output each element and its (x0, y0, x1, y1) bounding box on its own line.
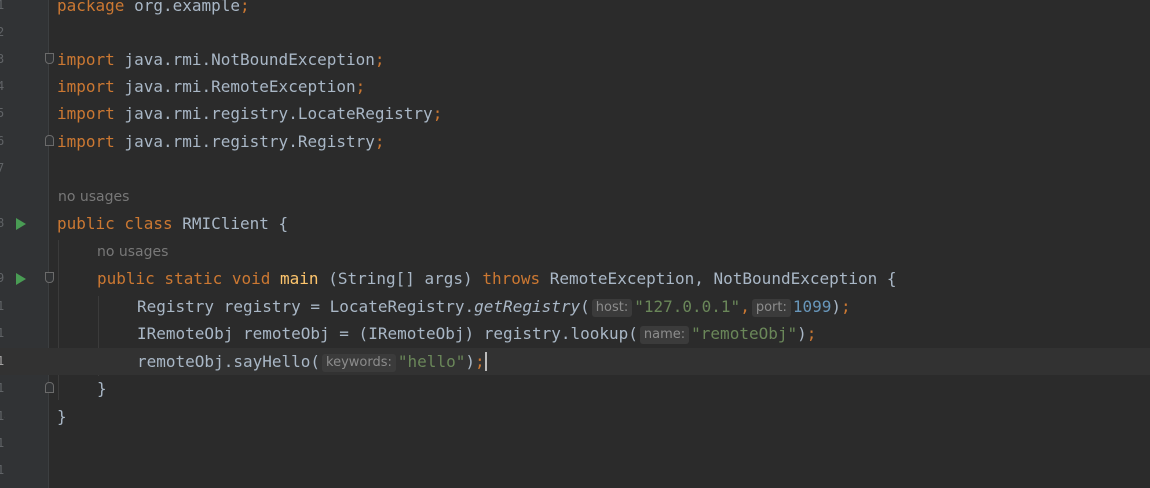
line-number: 1 (0, 0, 5, 12)
semicolon: ; (355, 77, 366, 96)
semicolon: ; (474, 352, 485, 371)
line-number: 12 (0, 354, 5, 368)
code-editor[interactable]: 1 package org.example; 2 3 import java.r… (0, 0, 1150, 488)
semicolon: ; (240, 0, 250, 15)
code-line-method-close[interactable]: 13 } (0, 375, 1150, 402)
param-hint-host: host: (591, 299, 633, 317)
line-number: 7 (0, 161, 5, 175)
line-number: 14 (0, 409, 5, 423)
lookup-statement[interactable]: IRemoteObj remoteObj = (IRemoteObj) regi… (137, 320, 816, 347)
fold-imports-icon[interactable] (45, 53, 54, 64)
usages-hint-class[interactable]: no usages (58, 184, 129, 211)
port-number: 1099 (792, 297, 832, 316)
class-modifiers: public class (57, 214, 173, 233)
import-statement[interactable]: import java.rmi.registry.LocateRegistry; (57, 100, 442, 127)
run-class-icon[interactable] (16, 218, 26, 230)
keyword-throws: throws (482, 269, 541, 288)
method-close-brace: } (97, 379, 107, 398)
param-hint-name: name: (639, 326, 690, 344)
line-number: 9 (0, 271, 5, 285)
line-number: 4 (0, 79, 5, 93)
keyword-import: import (57, 104, 115, 123)
param-hint-port: port: (751, 299, 791, 317)
code-line-package[interactable]: 1 package org.example; (0, 0, 1150, 19)
line-number: 13 (0, 381, 5, 395)
method-modifiers: public static void (97, 269, 271, 288)
class-close-brace: } (57, 407, 67, 426)
semicolon: ; (374, 50, 385, 69)
import-path: java.rmi.registry.LocateRegistry (114, 104, 433, 123)
line-number: 6 (0, 134, 5, 148)
package-statement[interactable]: package org.example; (57, 0, 250, 19)
comma: , (740, 297, 750, 316)
import-path: java.rmi.NotBoundException (114, 50, 375, 69)
code-line-current[interactable]: 12 remoteObj.sayHello(keywords:"hello"); (0, 348, 1150, 375)
line-number: 5 (0, 106, 5, 120)
class-name: RMIClient { (172, 214, 289, 233)
sayhello-statement[interactable]: remoteObj.sayHello(keywords: "hello"); (137, 348, 487, 375)
class-declaration[interactable]: public class RMIClient { (57, 210, 288, 237)
code-line-import[interactable]: 4 import java.rmi.RemoteException; (0, 73, 1150, 100)
semicolon: ; (374, 132, 385, 151)
line-number: 16 (0, 463, 5, 477)
package-name: org.example (124, 0, 241, 15)
registry-statement[interactable]: Registry registry = LocateRegistry.getRe… (137, 293, 851, 320)
statement-prefix: remoteObj.sayHello( (137, 352, 321, 371)
method-params: (String[] args) (318, 269, 483, 288)
code-line-blank[interactable]: 2 (0, 19, 1150, 46)
code-line-import[interactable]: 5 import java.rmi.registry.LocateRegistr… (0, 100, 1150, 127)
import-path: java.rmi.registry.Registry (114, 132, 375, 151)
keyword-import: import (57, 132, 115, 151)
line-number: 11 (0, 326, 5, 340)
import-path: java.rmi.RemoteException (114, 77, 356, 96)
keyword-import: import (57, 50, 115, 69)
code-line-statement[interactable]: 10 Registry registry = LocateRegistry.ge… (0, 293, 1150, 320)
import-statement[interactable]: import java.rmi.RemoteException; (57, 73, 365, 100)
fold-imports-end-icon[interactable] (45, 135, 54, 146)
open-paren: ( (580, 297, 590, 316)
method-name: main (280, 269, 319, 288)
lookup-string: "remoteObj" (691, 324, 798, 343)
line-number: 15 (0, 436, 5, 450)
code-line-import[interactable]: 3 import java.rmi.NotBoundException; (0, 46, 1150, 73)
hello-string: "hello" (397, 352, 466, 371)
run-main-icon[interactable] (16, 273, 26, 285)
semicolon: ; (806, 324, 817, 343)
code-line-class-declaration[interactable]: 8 public class RMIClient { (0, 210, 1150, 237)
text-caret (484, 352, 487, 371)
static-method-call: getRegistry (474, 297, 581, 316)
semicolon: ; (841, 297, 851, 316)
code-line-statement[interactable]: 11 IRemoteObj remoteObj = (IRemoteObj) r… (0, 320, 1150, 347)
close-paren: ) (465, 352, 475, 371)
import-statement[interactable]: import java.rmi.NotBoundException; (57, 46, 385, 73)
keyword-import: import (57, 77, 115, 96)
code-line-import[interactable]: 6 import java.rmi.registry.Registry; (0, 128, 1150, 155)
fold-method-icon[interactable] (45, 272, 54, 283)
method-declaration[interactable]: public static void main (String[] args) … (97, 265, 897, 292)
code-line-blank[interactable]: 7 (0, 155, 1150, 182)
close-paren: ) (831, 297, 842, 316)
param-hint-keywords: keywords: (322, 354, 396, 372)
method-exceptions: RemoteException, NotBoundException { (540, 269, 897, 288)
semicolon: ; (432, 104, 443, 123)
statement-prefix: Registry registry = LocateRegistry. (137, 297, 475, 316)
code-line-method-declaration[interactable]: 9 public static void main (String[] args… (0, 265, 1150, 292)
code-line-blank[interactable]: 15 (0, 430, 1150, 457)
close-paren: ) (797, 324, 807, 343)
fold-method-end-icon[interactable] (45, 382, 54, 393)
line-number: 8 (0, 216, 5, 230)
line-number: 2 (0, 25, 5, 39)
line-number: 10 (0, 299, 5, 313)
host-string: "127.0.0.1" (634, 297, 741, 316)
usages-hint-method[interactable]: no usages (97, 239, 168, 266)
line-number: 3 (0, 52, 5, 66)
import-statement[interactable]: import java.rmi.registry.Registry; (57, 128, 385, 155)
keyword-package: package (57, 0, 125, 15)
code-line-class-close[interactable]: 14 } (0, 403, 1150, 430)
code-line-blank[interactable]: 16 (0, 457, 1150, 484)
statement-prefix: IRemoteObj remoteObj = (IRemoteObj) regi… (137, 324, 638, 343)
